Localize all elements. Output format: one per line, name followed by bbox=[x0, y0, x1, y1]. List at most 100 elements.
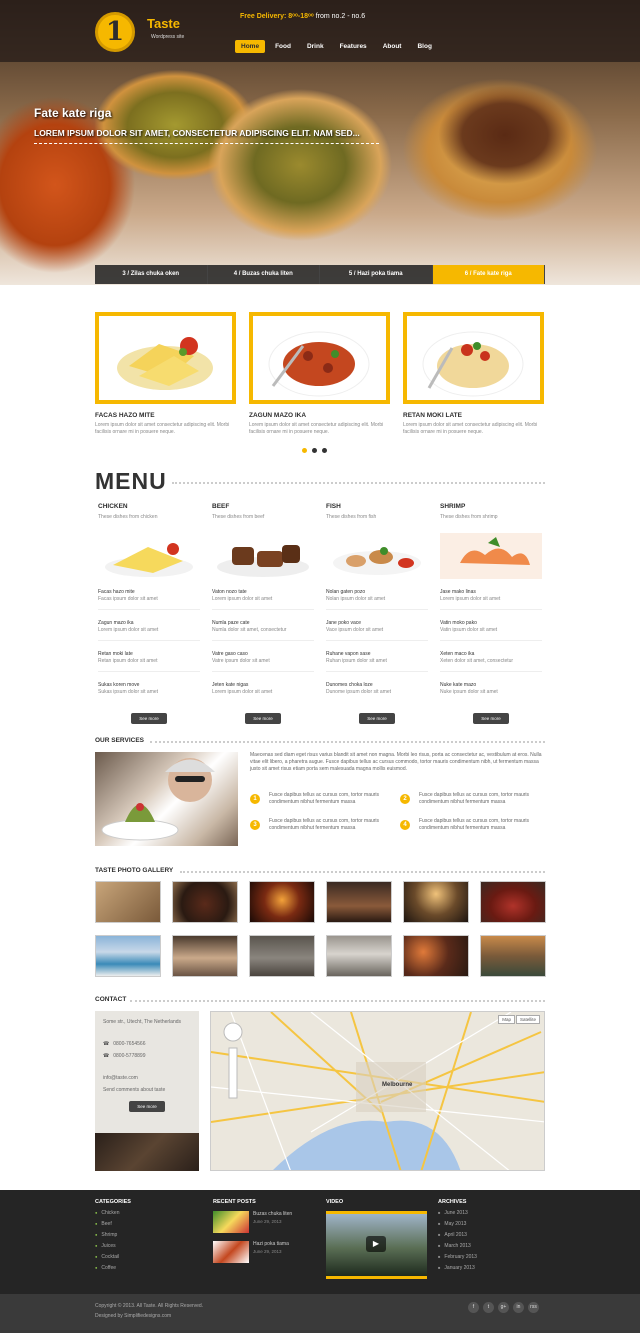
menu-item[interactable]: Vaton nozo tate Lorem ipsum dolor sit ame… bbox=[212, 579, 314, 610]
carousel-dot[interactable] bbox=[322, 448, 327, 453]
menu-item[interactable]: Jane poko vace Vace ipsum dolor sit amet bbox=[326, 610, 428, 641]
gallery-thumb[interactable] bbox=[95, 935, 161, 977]
feature-image[interactable] bbox=[95, 312, 236, 404]
slider-tab-4[interactable]: 4 / Buzas chuka liten bbox=[207, 265, 320, 284]
menu-item[interactable]: Vatin moko pako Vatin ipsum dolor sit ame… bbox=[440, 610, 542, 641]
footer-heading: ARCHIVES bbox=[438, 1199, 467, 1205]
menu-item[interactable]: Ruhane vapon sase Ruhan ipsum dolor sit a… bbox=[326, 641, 428, 672]
menu-item-name: Zagun mazo ika bbox=[98, 620, 134, 626]
menu-image[interactable] bbox=[212, 533, 314, 579]
archive-link[interactable]: June 2013 bbox=[438, 1210, 477, 1216]
facebook-icon[interactable]: f bbox=[468, 1302, 479, 1313]
see-more-button[interactable]: See more bbox=[131, 713, 167, 724]
menu-item[interactable]: Zagun mazo ika Lorem ipsum dolor sit amet bbox=[98, 610, 200, 641]
feature-title[interactable]: ZAGUN MAZO IKA bbox=[249, 412, 390, 419]
see-more-button[interactable]: See more bbox=[473, 713, 509, 724]
menu-image[interactable] bbox=[326, 533, 428, 579]
menu-item[interactable]: Retan moki late Retan ipsum dolor sit ame… bbox=[98, 641, 200, 672]
nav-features[interactable]: Features bbox=[334, 40, 373, 53]
archive-link[interactable]: May 2013 bbox=[438, 1221, 477, 1227]
see-more-button[interactable]: See more bbox=[245, 713, 281, 724]
nav-about[interactable]: About bbox=[377, 40, 408, 53]
menu-item[interactable]: Sukas koren move Sukas ipsum dolor sit am… bbox=[98, 672, 200, 703]
category-link[interactable]: Shrimp bbox=[95, 1232, 131, 1238]
map-tab[interactable]: Map bbox=[498, 1015, 515, 1024]
gallery-thumb[interactable] bbox=[95, 881, 161, 923]
gallery-thumb[interactable] bbox=[326, 881, 392, 923]
twitter-icon[interactable]: t bbox=[483, 1302, 494, 1313]
menu-item[interactable]: Xeten maco ika Xeten dolor sit amet, cons… bbox=[440, 641, 542, 672]
recent-post-title[interactable]: Buzas chuka liten bbox=[253, 1211, 292, 1217]
feature-image[interactable] bbox=[403, 312, 544, 404]
divider bbox=[172, 482, 545, 484]
menu-item[interactable]: Vatre gaso caso Vatre ipsum dolor sit ame… bbox=[212, 641, 314, 672]
see-more-button[interactable]: See more bbox=[359, 713, 395, 724]
category-link[interactable]: Juices bbox=[95, 1243, 131, 1249]
menu-item-desc: Nuke ipsum dolor sit amet bbox=[440, 689, 498, 695]
slider-tab-6[interactable]: 6 / Fate kate riga bbox=[432, 265, 545, 284]
archive-link[interactable]: February 2013 bbox=[438, 1254, 477, 1260]
feature-image[interactable] bbox=[249, 312, 390, 404]
menu-image[interactable] bbox=[98, 533, 200, 579]
menu-item[interactable]: Nuke kate mazo Nuke ipsum dolor sit amet bbox=[440, 672, 542, 703]
gallery-thumb[interactable] bbox=[249, 935, 315, 977]
archive-link[interactable]: January 2013 bbox=[438, 1265, 477, 1271]
menu-item[interactable]: Numla paze cate Numla dolor sit amet, con… bbox=[212, 610, 314, 641]
designed-by[interactable]: Designed by Simplifiedesigns.com bbox=[95, 1313, 171, 1319]
category-link[interactable]: Beef bbox=[95, 1221, 131, 1227]
carousel-dot[interactable] bbox=[302, 448, 307, 453]
logo-icon[interactable]: 1 bbox=[95, 12, 135, 52]
gallery-thumb[interactable] bbox=[172, 935, 238, 977]
menu-item[interactable]: Nolan gaten pozo Nolan ipsum dolor sit am… bbox=[326, 579, 428, 610]
menu-image[interactable] bbox=[440, 533, 542, 579]
archive-link[interactable]: April 2013 bbox=[438, 1232, 477, 1238]
nav-blog[interactable]: Blog bbox=[411, 40, 437, 53]
brand-name[interactable]: Taste bbox=[147, 16, 180, 31]
gallery-thumb[interactable] bbox=[403, 881, 469, 923]
recent-post-thumb[interactable] bbox=[213, 1211, 249, 1233]
menu-item-name: Nuke kate mazo bbox=[440, 682, 477, 688]
archive-link[interactable]: March 2013 bbox=[438, 1243, 477, 1249]
video-player[interactable]: ▶ bbox=[326, 1211, 427, 1279]
feature-card: ZAGUN MAZO IKA Lorem ipsum dolor sit ame… bbox=[249, 312, 390, 436]
menu-item-name: Xeten maco ika bbox=[440, 651, 475, 657]
slider-tab-5[interactable]: 5 / Hazi poka tiama bbox=[320, 265, 433, 284]
contact-phone[interactable]: 0800-7654566 bbox=[95, 1041, 199, 1047]
recent-post[interactable]: Buzas chuka liten June 29, 2013 bbox=[213, 1211, 292, 1233]
gallery-thumb[interactable] bbox=[403, 935, 469, 977]
slider-tab-3[interactable]: 3 / Zilas chuka oken bbox=[95, 265, 208, 284]
contact-email[interactable]: info@taste.com bbox=[95, 1075, 199, 1081]
feature-title[interactable]: RETAN MOKI LATE bbox=[403, 412, 544, 419]
menu-item[interactable]: Facas hazo mite Facas ipsum dolor sit ame… bbox=[98, 579, 200, 610]
recent-post-title[interactable]: Hazi poka tiama bbox=[253, 1241, 289, 1247]
menu-item[interactable]: Jeten kate nigas Lorem ipsum dolor sit am… bbox=[212, 672, 314, 703]
map-tab[interactable]: Satellite bbox=[515, 1015, 540, 1024]
feature-title[interactable]: FACAS HAZO MITE bbox=[95, 412, 236, 419]
contact-phone[interactable]: 0800-5778899 bbox=[95, 1053, 199, 1059]
recent-post[interactable]: Hazi poka tiama June 29, 2013 bbox=[213, 1241, 292, 1263]
gallery-thumb[interactable] bbox=[249, 881, 315, 923]
gallery-thumb[interactable] bbox=[480, 935, 546, 977]
nav-drink[interactable]: Drink bbox=[301, 40, 330, 53]
category-link[interactable]: Coffee bbox=[95, 1265, 131, 1271]
gallery-thumb[interactable] bbox=[480, 881, 546, 923]
category-link[interactable]: Chicken bbox=[95, 1210, 131, 1216]
carousel-dot[interactable] bbox=[312, 448, 317, 453]
recent-post-thumb[interactable] bbox=[213, 1241, 249, 1263]
nav-food[interactable]: Food bbox=[269, 40, 297, 53]
rss-icon[interactable]: rss bbox=[528, 1302, 539, 1313]
play-icon[interactable]: ▶ bbox=[366, 1236, 386, 1252]
map[interactable]: Melbourne Map Satellite bbox=[210, 1011, 545, 1171]
google-plus-icon[interactable]: g+ bbox=[498, 1302, 509, 1313]
menu-column-title: CHICKEN bbox=[98, 503, 128, 510]
contact-box: Some str., Utecht, The Netherlands 0800-… bbox=[95, 1011, 199, 1171]
linkedin-icon[interactable]: in bbox=[513, 1302, 524, 1313]
see-more-button[interactable]: See more bbox=[129, 1101, 165, 1112]
nav-home[interactable]: Home bbox=[235, 40, 266, 53]
gallery-thumb[interactable] bbox=[172, 881, 238, 923]
menu-item-name: Retan moki late bbox=[98, 651, 133, 657]
menu-item[interactable]: Dunomes choka loze Dunome ipsum dolor sit… bbox=[326, 672, 428, 703]
category-link[interactable]: Cocktail bbox=[95, 1254, 131, 1260]
gallery-thumb[interactable] bbox=[326, 935, 392, 977]
menu-item[interactable]: Jase mako linas Lorem ipsum dolor sit ame… bbox=[440, 579, 542, 610]
